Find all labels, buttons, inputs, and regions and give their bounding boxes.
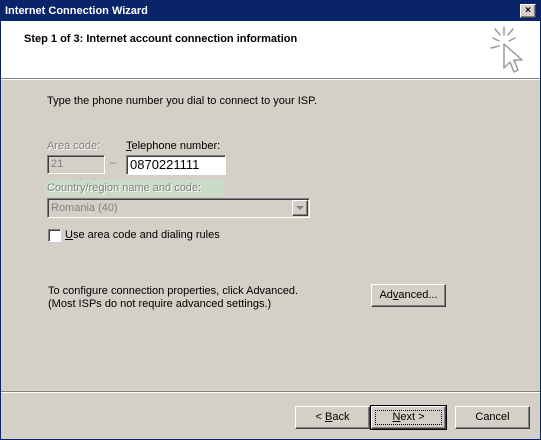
wizard-header: Step 1 of 3: Internet account connection… — [1, 21, 540, 78]
footer-separator — [1, 391, 540, 393]
advanced-note-line-1: To configure connection properties, clic… — [48, 285, 299, 297]
window-title: Internet Connection Wizard — [5, 5, 148, 17]
cancel-button-label: Cancel — [475, 411, 510, 423]
country-region-select: Romania (40) — [47, 198, 310, 218]
next-button-label: Next > — [392, 411, 425, 423]
chevron-down-icon — [296, 206, 304, 210]
use-area-code-label[interactable]: Use area code and dialing rules — [65, 229, 220, 241]
advanced-note: To configure connection properties, clic… — [48, 285, 298, 311]
use-area-code-checkbox[interactable] — [48, 229, 61, 242]
cancel-button[interactable]: Cancel — [455, 406, 530, 429]
advanced-button[interactable]: Advanced... — [371, 284, 446, 307]
area-code-separator: – — [110, 157, 117, 169]
wizard-window: Internet Connection Wizard × Step 1 of 3… — [0, 0, 541, 440]
title-bar[interactable]: Internet Connection Wizard × — [1, 1, 540, 21]
instruction-text: Type the phone number you dial to connec… — [47, 95, 318, 107]
back-button[interactable]: < Back — [295, 406, 370, 429]
wizard-cursor-sparkle-icon — [490, 26, 523, 73]
back-button-label: < Back — [315, 411, 350, 423]
country-dropdown-button — [292, 200, 308, 216]
country-region-label: Country/region name and code: — [47, 182, 202, 194]
header-separator — [1, 78, 540, 80]
area-code-input: 21 — [47, 155, 105, 174]
close-icon: × — [525, 5, 531, 16]
telephone-number-input[interactable]: 0870221111 — [126, 155, 226, 175]
next-button[interactable]: Next > — [370, 405, 447, 430]
telephone-number-label: Telephone number: — [126, 140, 221, 152]
close-button[interactable]: × — [520, 4, 536, 18]
advanced-note-line-2: (Most ISPs do not require advanced setti… — [48, 298, 272, 310]
area-code-label: Area code: — [47, 140, 101, 152]
country-region-value: Romania (40) — [51, 202, 118, 214]
advanced-button-label: Advanced... — [379, 289, 438, 301]
step-title: Step 1 of 3: Internet account connection… — [24, 33, 298, 45]
